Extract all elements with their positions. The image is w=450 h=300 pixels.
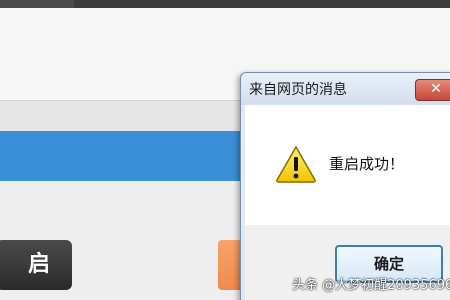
dialog-content: 重启成功！ bbox=[245, 105, 450, 225]
dialog-title: 来自网页的消息 bbox=[249, 82, 347, 98]
close-button[interactable]: ✕ bbox=[415, 79, 450, 101]
screen: 启 来自网页的消息 ✕ 重启成功！ 确定 头条 @大梦初醒209356965 bbox=[0, 0, 450, 300]
dialog-body: 重启成功！ 确定 bbox=[245, 105, 450, 300]
restart-button[interactable]: 启 bbox=[0, 240, 72, 290]
watermark: 头条 @大梦初醒209356965 bbox=[292, 278, 450, 293]
alert-dialog: 来自网页的消息 ✕ 重启成功！ 确定 bbox=[240, 72, 450, 300]
dialog-titlebar[interactable]: 来自网页的消息 ✕ bbox=[241, 73, 450, 105]
dialog-message: 重启成功！ bbox=[329, 155, 405, 173]
warning-icon bbox=[276, 146, 316, 183]
close-icon: ✕ bbox=[430, 81, 442, 97]
